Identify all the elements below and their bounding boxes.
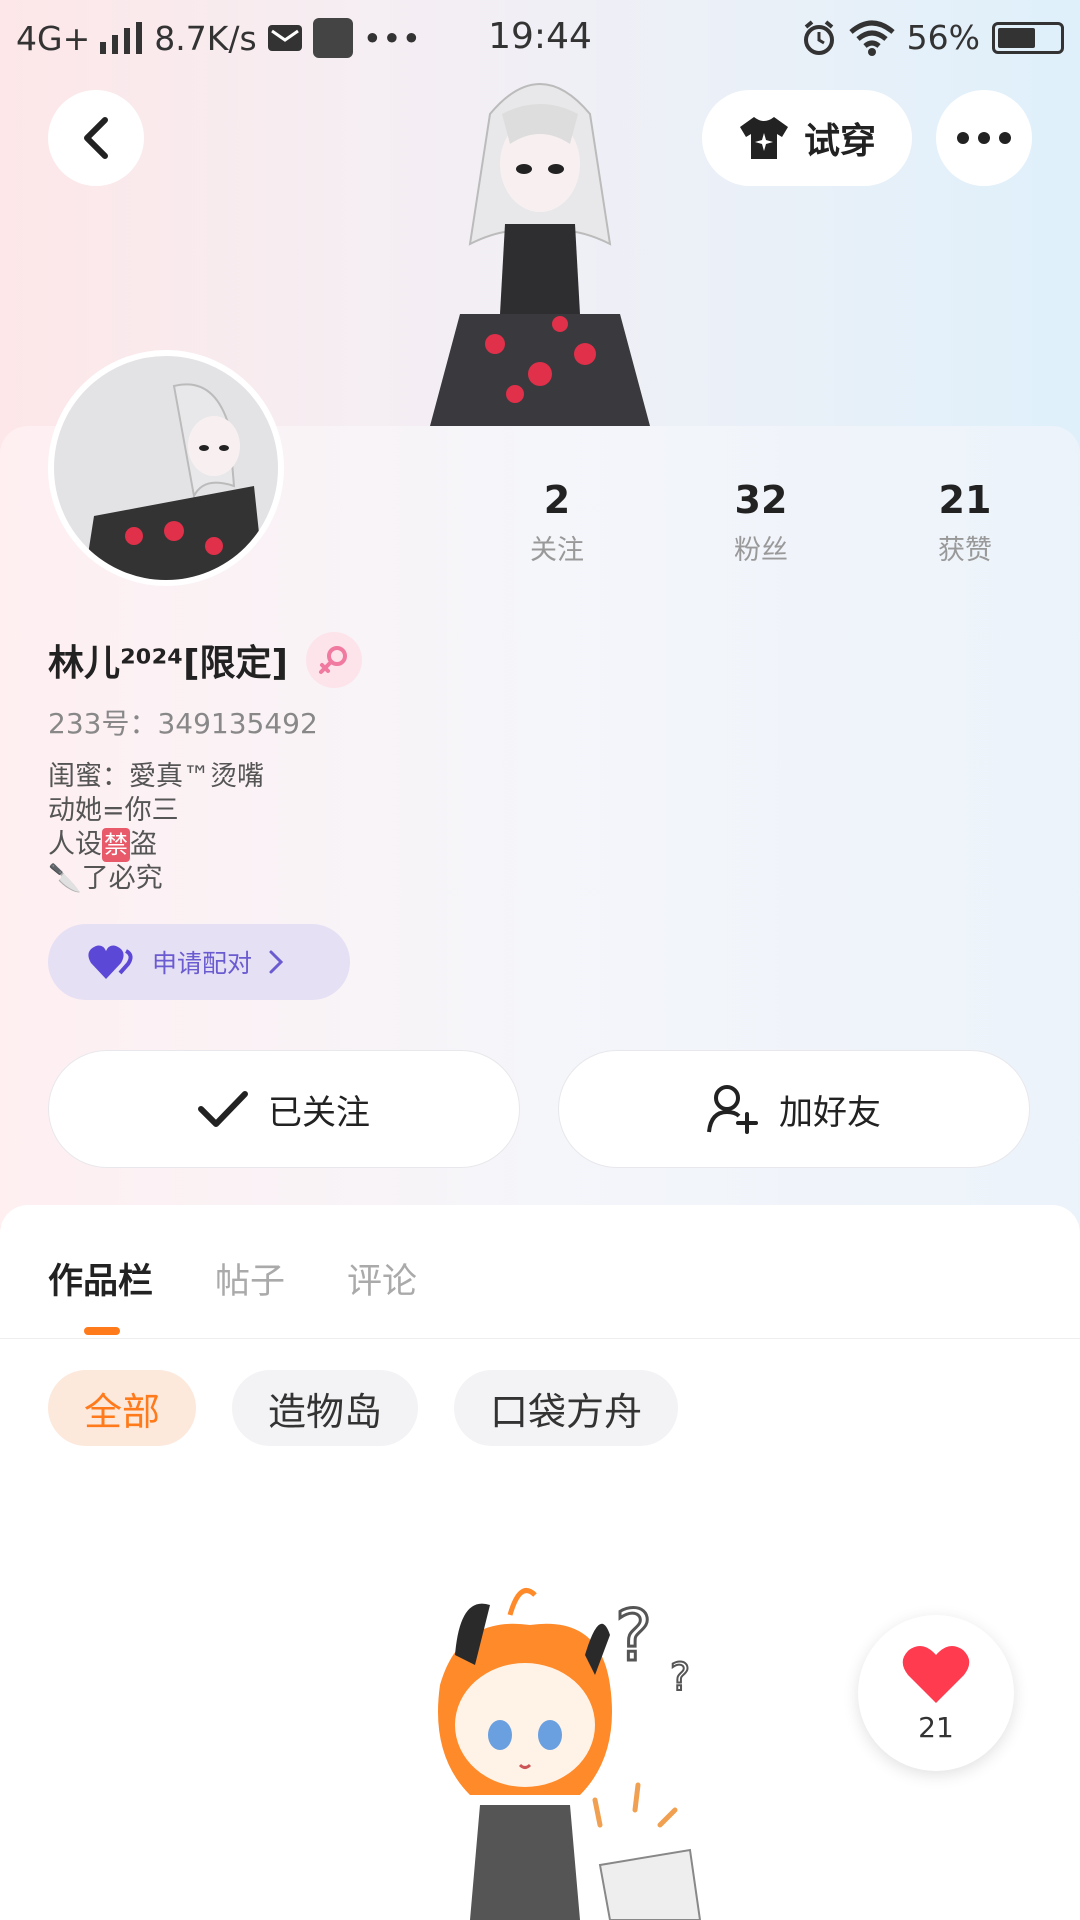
chevron-left-icon (84, 117, 108, 159)
bio-line: 🔪了必究 (48, 863, 163, 894)
request-pair-button[interactable]: 申请配对 (48, 924, 350, 1000)
tab-comments[interactable]: 评论 (347, 1253, 417, 1304)
works-section: 作品栏 帖子 评论 全部 造物岛 口袋方舟 ? ? 21 (0, 1205, 1080, 1920)
alarm-icon (803, 19, 834, 55)
status-bar: 4G+ 8.7K/s ••• 19:44 56% (0, 0, 1080, 76)
bio: 闺蜜：愛真™烫嘴 动她=你三 人设禁盗 🔪了必究 (48, 760, 264, 896)
prohibited-icon: 禁 (102, 828, 130, 862)
female-icon (305, 632, 362, 688)
filter-pocket-ark[interactable]: 口袋方舟 (454, 1370, 679, 1446)
stat-value: 2 (543, 478, 571, 522)
add-friend-label: 加好友 (779, 1092, 881, 1133)
following-button[interactable]: 已关注 (48, 1050, 520, 1168)
tab-posts[interactable]: 帖子 (215, 1253, 285, 1304)
svg-text:?: ? (615, 1595, 652, 1677)
tab-works[interactable]: 作品栏 (48, 1253, 153, 1304)
try-on-button[interactable]: 试穿 (702, 90, 912, 186)
filter-all[interactable]: 全部 (48, 1370, 197, 1446)
stat-label: 关注 (530, 535, 584, 566)
following-label: 已关注 (268, 1092, 370, 1133)
empty-state-illustration: ? ? (438, 1588, 702, 1920)
shirt-icon (739, 117, 788, 159)
more-options-button[interactable] (936, 90, 1032, 186)
try-on-label: 试穿 (803, 121, 876, 162)
profile-tabs: 作品栏 帖子 评论 (48, 1253, 417, 1304)
stat-following[interactable]: 2 关注 (482, 478, 632, 567)
filter-creation-island[interactable]: 造物岛 (232, 1370, 419, 1446)
stat-fans[interactable]: 32 粉丝 (686, 478, 836, 567)
like-button[interactable]: 21 (858, 1615, 1014, 1771)
svg-text:?: ? (670, 1655, 690, 1699)
knife-icon: 🔪 (48, 863, 82, 894)
bio-line: 动她=你三 (48, 795, 179, 826)
battery-icon (992, 21, 1064, 54)
bio-line: 人设禁盗 (48, 828, 157, 862)
more-icon (957, 132, 1011, 144)
heart-icon (902, 1645, 970, 1703)
divider (0, 1338, 1080, 1339)
tab-indicator (84, 1327, 120, 1335)
pair-label: 申请配对 (152, 949, 253, 978)
avatar[interactable] (48, 350, 284, 586)
battery-percent: 56% (906, 18, 980, 57)
filter-chips: 全部 造物岛 口袋方舟 (48, 1370, 679, 1446)
profile-name: 林儿²⁰²⁴[限定] (48, 643, 288, 684)
stat-likes[interactable]: 21 获赞 (890, 478, 1040, 567)
check-icon (198, 1091, 248, 1127)
stat-label: 获赞 (938, 535, 992, 566)
back-button[interactable] (48, 90, 144, 186)
stat-value: 32 (734, 478, 788, 522)
avatar-image (84, 383, 264, 580)
stat-value: 21 (938, 478, 992, 522)
chevron-right-icon (269, 950, 284, 974)
add-friend-button[interactable]: 加好友 (558, 1050, 1030, 1168)
stat-label: 粉丝 (734, 535, 788, 566)
user-id: 233号：349135492 (48, 707, 318, 740)
add-user-icon (707, 1085, 758, 1134)
bio-line: 闺蜜：愛真™烫嘴 (48, 761, 264, 792)
profile-name-row: 林儿²⁰²⁴[限定] (48, 632, 362, 688)
wifi-icon (849, 20, 895, 56)
avatar-character-image (430, 83, 650, 426)
like-count: 21 (918, 1710, 954, 1744)
double-heart-icon (88, 945, 133, 979)
